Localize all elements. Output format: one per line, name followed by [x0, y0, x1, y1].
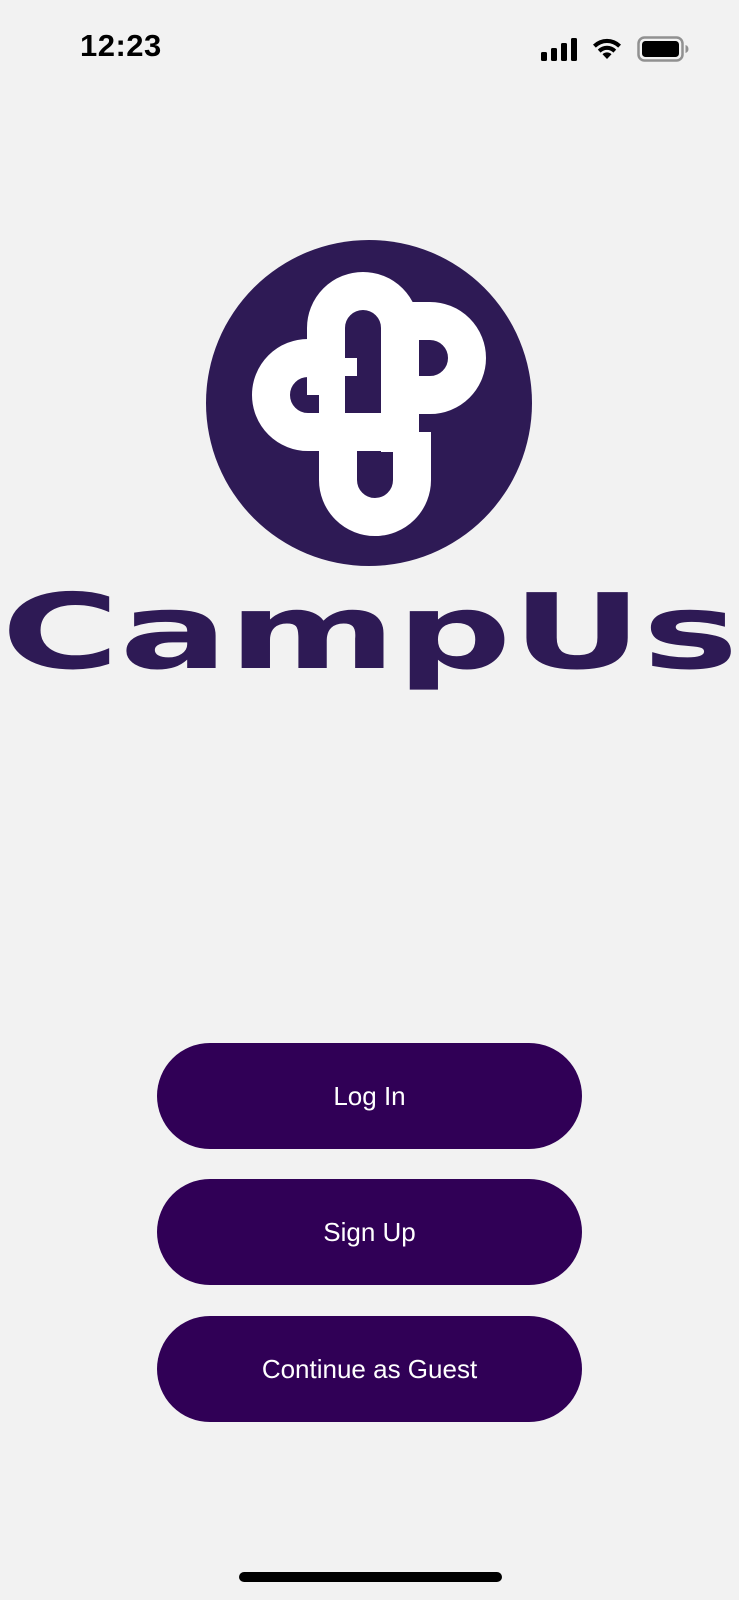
status-bar: 12:23: [0, 0, 739, 100]
logo-wordmark-container: CampUs: [0, 580, 739, 684]
campus-logo: [206, 240, 532, 566]
continue-as-guest-button[interactable]: Continue as Guest: [157, 1316, 582, 1422]
battery-icon: [637, 36, 689, 62]
status-icons: [541, 36, 689, 62]
welcome-screen: 12:23 CampUs Log In Sign Up Continue as …: [0, 0, 739, 1600]
wifi-icon: [593, 38, 621, 59]
campus-logo-icon: [206, 240, 532, 566]
signal-icon: [541, 37, 577, 61]
logo-wordmark: CampUs: [0, 571, 739, 693]
login-button[interactable]: Log In: [157, 1043, 582, 1149]
status-time: 12:23: [80, 28, 162, 63]
signup-button[interactable]: Sign Up: [157, 1179, 582, 1285]
home-indicator[interactable]: [239, 1572, 502, 1582]
